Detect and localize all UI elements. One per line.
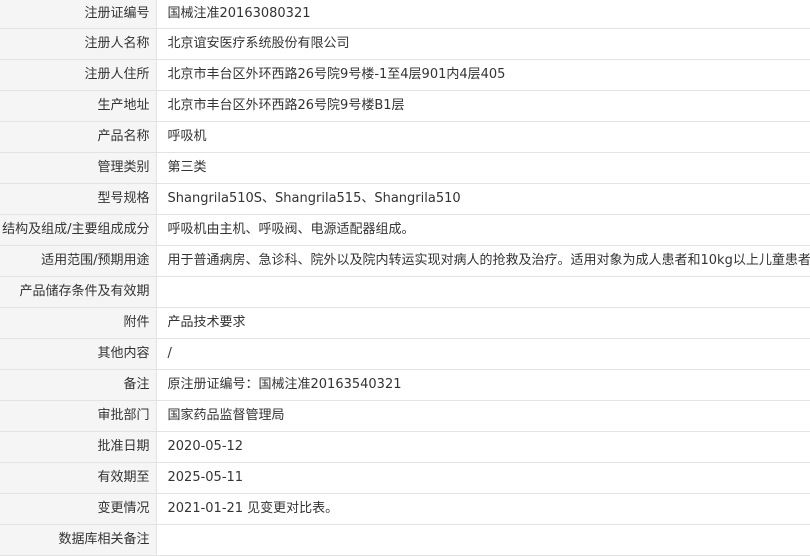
valid-until-value: 2025-05-11 [156, 462, 810, 494]
other-content-label: 其他内容 [0, 338, 157, 370]
registrant-name-label: 注册人名称 [0, 28, 157, 60]
database-notes-value [156, 524, 810, 556]
table-row-registration-number: 注册证编号 国械注准20163080321 [0, 0, 810, 29]
table-row-product-name: 产品名称 呼吸机 [0, 121, 810, 153]
table-row-remarks: 备注 原注册证编号：国械注准20163540321 [0, 369, 810, 401]
registration-table-body: 注册证编号 国械注准20163080321 注册人名称 北京谊安医疗系统股份有限… [0, 0, 810, 556]
remarks-label: 备注 [0, 369, 157, 401]
model-spec-value: Shangrila510S、Shangrila515、Shangrila510 [156, 183, 810, 215]
table-row-database-notes: 数据库相关备注 [0, 524, 810, 556]
management-category-label: 管理类别 [0, 152, 157, 184]
table-row-valid-until: 有效期至 2025-05-11 [0, 462, 810, 494]
table-row-production-address: 生产地址 北京市丰台区外环西路26号院9号楼B1层 [0, 90, 810, 122]
registrant-address-label: 注册人住所 [0, 59, 157, 91]
table-row-registrant-address: 注册人住所 北京市丰台区外环西路26号院9号楼-1至4层901内4层405 [0, 59, 810, 91]
table-row-structure-composition: 结构及组成/主要组成成分 呼吸机由主机、呼吸阀、电源适配器组成。 [0, 214, 810, 246]
intended-use-label: 适用范围/预期用途 [0, 245, 157, 277]
structure-composition-label: 结构及组成/主要组成成分 [0, 214, 157, 246]
table-row-management-category: 管理类别 第三类 [0, 152, 810, 184]
product-name-value: 呼吸机 [156, 121, 810, 153]
attachments-value: 产品技术要求 [156, 307, 810, 339]
management-category-value: 第三类 [156, 152, 810, 184]
attachments-label: 附件 [0, 307, 157, 339]
registration-number-label: 注册证编号 [0, 0, 157, 29]
product-name-label: 产品名称 [0, 121, 157, 153]
table-row-approval-date: 批准日期 2020-05-12 [0, 431, 810, 463]
approval-date-label: 批准日期 [0, 431, 157, 463]
table-row-approval-department: 审批部门 国家药品监督管理局 [0, 400, 810, 432]
change-history-label: 变更情况 [0, 493, 157, 525]
storage-conditions-value [156, 276, 810, 308]
approval-date-value: 2020-05-12 [156, 431, 810, 463]
table-row-change-history: 变更情况 2021-01-21 见变更对比表。 [0, 493, 810, 525]
production-address-value: 北京市丰台区外环西路26号院9号楼B1层 [156, 90, 810, 122]
approval-department-value: 国家药品监督管理局 [156, 400, 810, 432]
table-row-other-content: 其他内容 / [0, 338, 810, 370]
table-row-model-spec: 型号规格 Shangrila510S、Shangrila515、Shangril… [0, 183, 810, 215]
database-notes-label: 数据库相关备注 [0, 524, 157, 556]
production-address-label: 生产地址 [0, 90, 157, 122]
approval-department-label: 审批部门 [0, 400, 157, 432]
other-content-value: / [156, 338, 810, 370]
table-row-attachments: 附件 产品技术要求 [0, 307, 810, 339]
remarks-value: 原注册证编号：国械注准20163540321 [156, 369, 810, 401]
intended-use-value: 用于普通病房、急诊科、院外以及院内转运实现对病人的抢救及治疗。适用对象为成人患者… [156, 245, 810, 277]
structure-composition-value: 呼吸机由主机、呼吸阀、电源适配器组成。 [156, 214, 810, 246]
storage-conditions-label: 产品储存条件及有效期 [0, 276, 157, 308]
device-registration-table: 注册证编号 国械注准20163080321 注册人名称 北京谊安医疗系统股份有限… [0, 0, 810, 556]
valid-until-label: 有效期至 [0, 462, 157, 494]
change-history-value: 2021-01-21 见变更对比表。 [156, 493, 810, 525]
table-row-intended-use: 适用范围/预期用途 用于普通病房、急诊科、院外以及院内转运实现对病人的抢救及治疗… [0, 245, 810, 277]
registrant-name-value: 北京谊安医疗系统股份有限公司 [156, 28, 810, 60]
table-row-storage-conditions: 产品储存条件及有效期 [0, 276, 810, 308]
registration-number-value: 国械注准20163080321 [156, 0, 810, 29]
registrant-address-value: 北京市丰台区外环西路26号院9号楼-1至4层901内4层405 [156, 59, 810, 91]
table-row-registrant-name: 注册人名称 北京谊安医疗系统股份有限公司 [0, 28, 810, 60]
model-spec-label: 型号规格 [0, 183, 157, 215]
